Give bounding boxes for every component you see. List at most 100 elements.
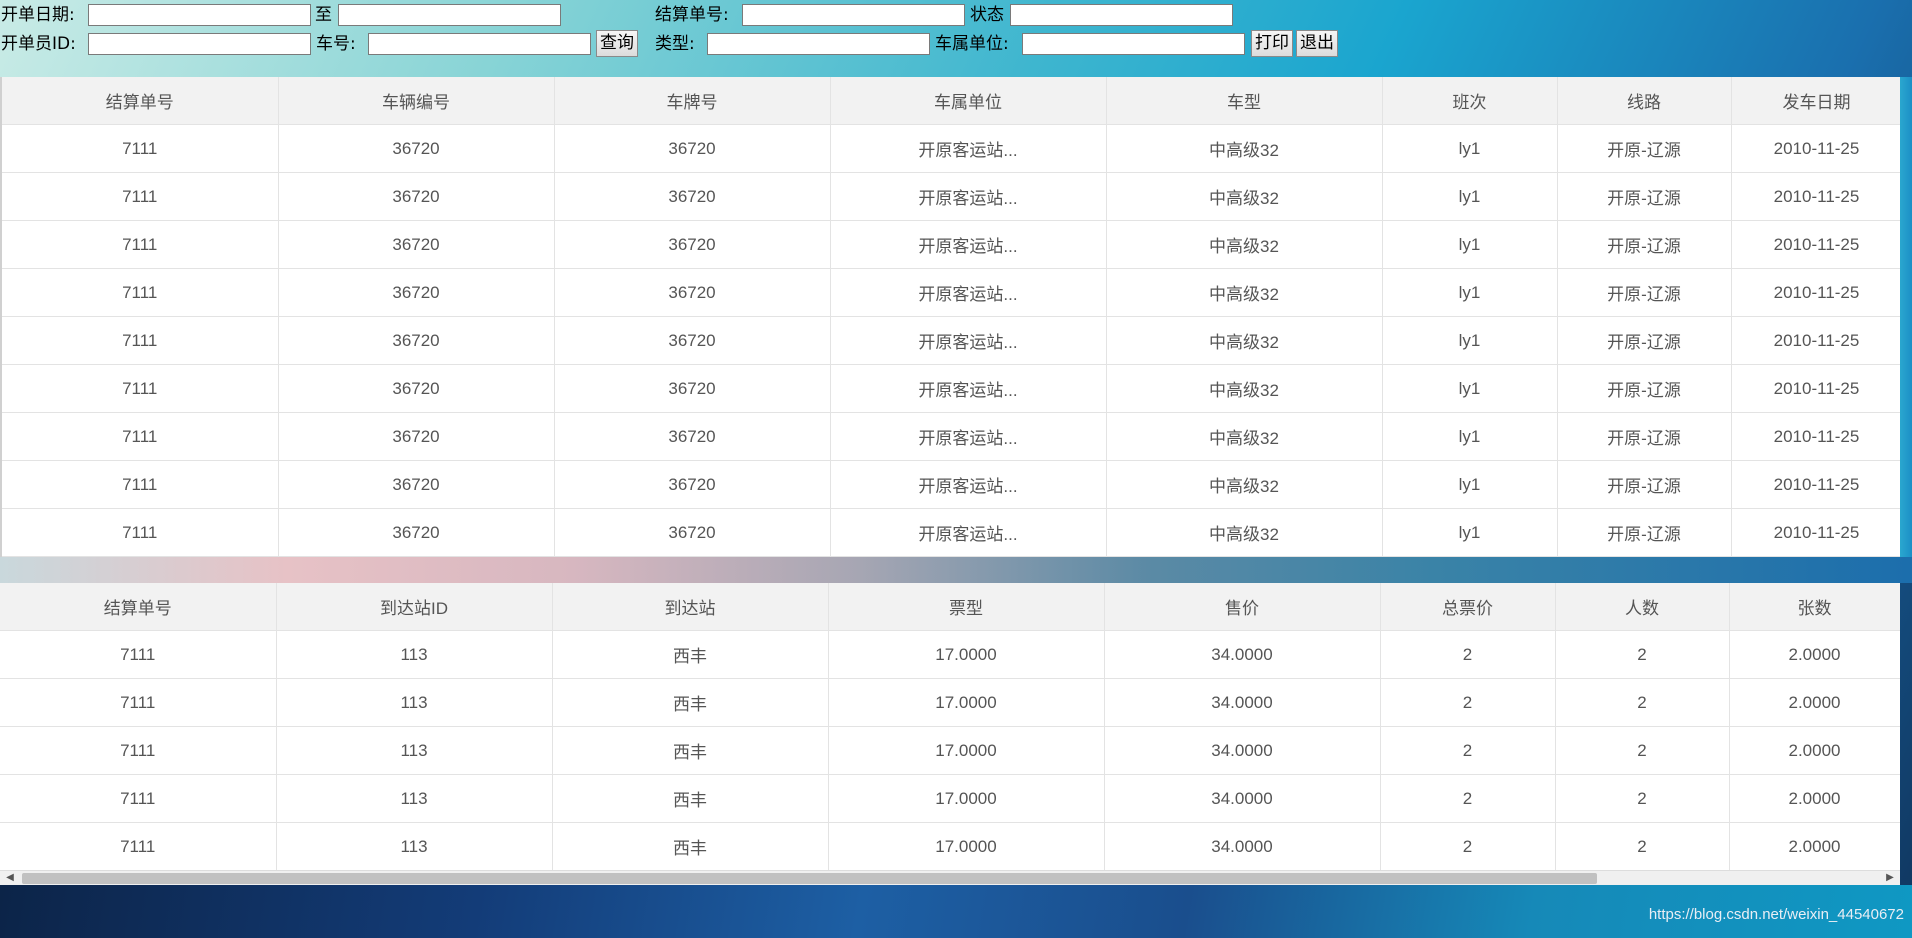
table-cell: 34.0000 <box>1104 678 1381 727</box>
column-header[interactable]: 总票价 <box>1380 583 1556 631</box>
start-date-input[interactable] <box>88 4 311 26</box>
table-cell: 7111 <box>2 172 279 221</box>
column-header[interactable]: 车型 <box>1106 77 1383 125</box>
table-cell: 7111 <box>2 460 279 509</box>
table-cell: 开原客运站... <box>830 172 1107 221</box>
table-cell: 开原客运站... <box>830 364 1107 413</box>
grid-header-row: 结算单号 到达站ID 到达站 票型 售价 总票价 人数 张数 <box>0 583 1900 631</box>
column-header[interactable]: 到达站ID <box>276 583 553 631</box>
column-header[interactable]: 班次 <box>1382 77 1558 125</box>
table-row[interactable]: 7111 113 西丰 17.0000 34.0000 2 2 2.0000 <box>0 630 1900 679</box>
table-cell: ly1 <box>1382 412 1558 461</box>
scroll-right-icon[interactable]: ▶ <box>1882 871 1898 885</box>
table-cell: 17.0000 <box>828 630 1105 679</box>
table-row[interactable]: 7111 113 西丰 17.0000 34.0000 2 2 2.0000 <box>0 678 1900 727</box>
table-cell: ly1 <box>1382 268 1558 317</box>
table-row[interactable]: 7111 113 西丰 17.0000 34.0000 2 2 2.0000 <box>0 822 1900 870</box>
print-button[interactable]: 打印 <box>1251 30 1293 57</box>
type-input[interactable] <box>707 33 930 55</box>
table-cell: 开原-辽源 <box>1557 460 1732 509</box>
table-cell: 7111 <box>2 364 279 413</box>
table-cell: 36720 <box>278 220 555 269</box>
table-cell: 开原客运站... <box>830 316 1107 365</box>
table-cell: 中高级32 <box>1106 460 1383 509</box>
table-cell: 7111 <box>2 124 279 173</box>
table-cell: 开原-辽源 <box>1557 508 1732 557</box>
column-header[interactable]: 结算单号 <box>2 77 279 125</box>
table-cell: ly1 <box>1382 508 1558 557</box>
table-row[interactable]: 7111 36720 36720 开原客运站... 中高级32 ly1 开原-辽源 2010-… <box>2 508 1900 557</box>
column-header[interactable]: 人数 <box>1555 583 1730 631</box>
table-row[interactable]: 7111 36720 36720 开原客运站... 中高级32 ly1 开原-辽源 2010-… <box>2 460 1900 509</box>
status-input[interactable] <box>1010 4 1233 26</box>
search-toolbar: 开单日期: 至 结算单号: 状态 开单员ID: 车号: 查询 类型: 车属单位:… <box>0 0 1912 76</box>
query-button[interactable]: 查询 <box>596 30 638 57</box>
table-cell: 2.0000 <box>1729 726 1900 775</box>
table-cell: 7111 <box>0 774 277 823</box>
vehicle-unit-input[interactable] <box>1022 33 1245 55</box>
table-cell: 36720 <box>278 412 555 461</box>
background-bottom <box>0 885 1912 938</box>
table-cell: 17.0000 <box>828 678 1105 727</box>
table-cell: 36720 <box>278 364 555 413</box>
table-row[interactable]: 7111 36720 36720 开原客运站... 中高级32 ly1 开原-辽源 2010-… <box>2 316 1900 365</box>
column-header[interactable]: 车属单位 <box>830 77 1107 125</box>
detail-grid: 结算单号 到达站ID 到达站 票型 售价 总票价 人数 张数 7111 113 西丰 17.0000… <box>0 583 1900 870</box>
table-cell: 36720 <box>278 460 555 509</box>
grid-header-row: 结算单号 车辆编号 车牌号 车属单位 车型 班次 线路 发车日期 <box>2 77 1900 125</box>
column-header[interactable]: 张数 <box>1729 583 1900 631</box>
table-cell: 36720 <box>278 316 555 365</box>
column-header[interactable]: 发车日期 <box>1731 77 1900 125</box>
table-cell: 2 <box>1555 678 1730 727</box>
operator-id-input[interactable] <box>88 33 311 55</box>
table-cell: 7111 <box>0 822 277 870</box>
table-cell: 36720 <box>554 460 831 509</box>
table-cell: 17.0000 <box>828 822 1105 870</box>
table-cell: 34.0000 <box>1104 726 1381 775</box>
column-header[interactable]: 票型 <box>828 583 1105 631</box>
table-cell: 7111 <box>2 316 279 365</box>
table-cell: 西丰 <box>552 774 829 823</box>
table-cell: 开原客运站... <box>830 268 1107 317</box>
table-cell: 2 <box>1380 774 1556 823</box>
table-cell: 36720 <box>278 124 555 173</box>
table-cell: 17.0000 <box>828 774 1105 823</box>
scroll-thumb[interactable] <box>22 873 1597 884</box>
table-row[interactable]: 7111 36720 36720 开原客运站... 中高级32 ly1 开原-辽源 2010-… <box>2 412 1900 461</box>
column-header[interactable]: 到达站 <box>552 583 829 631</box>
table-cell: 2 <box>1380 726 1556 775</box>
table-row[interactable]: 7111 36720 36720 开原客运站... 中高级32 ly1 开原-辽源 2010-… <box>2 124 1900 173</box>
table-row[interactable]: 7111 36720 36720 开原客运站... 中高级32 ly1 开原-辽源 2010-… <box>2 268 1900 317</box>
column-header[interactable]: 线路 <box>1557 77 1732 125</box>
column-header[interactable]: 结算单号 <box>0 583 277 631</box>
table-cell: 西丰 <box>552 726 829 775</box>
table-cell: 中高级32 <box>1106 124 1383 173</box>
table-row[interactable]: 7111 36720 36720 开原客运站... 中高级32 ly1 开原-辽源 2010-… <box>2 220 1900 269</box>
settlement-no-input[interactable] <box>742 4 965 26</box>
column-header[interactable]: 售价 <box>1104 583 1381 631</box>
vehicle-no-label: 车号: <box>316 34 356 54</box>
table-cell: 开原-辽源 <box>1557 268 1732 317</box>
table-cell: 36720 <box>554 316 831 365</box>
table-cell: 2 <box>1555 726 1730 775</box>
table-row[interactable]: 7111 113 西丰 17.0000 34.0000 2 2 2.0000 <box>0 726 1900 775</box>
table-row[interactable]: 7111 36720 36720 开原客运站... 中高级32 ly1 开原-辽源 2010-… <box>2 364 1900 413</box>
table-cell: 7111 <box>2 412 279 461</box>
column-header[interactable]: 车辆编号 <box>278 77 555 125</box>
vehicle-no-input[interactable] <box>368 33 591 55</box>
table-cell: 34.0000 <box>1104 774 1381 823</box>
table-row[interactable]: 7111 113 西丰 17.0000 34.0000 2 2 2.0000 <box>0 774 1900 823</box>
table-row[interactable]: 7111 36720 36720 开原客运站... 中高级32 ly1 开原-辽源 2010-… <box>2 172 1900 221</box>
watermark-url: https://blog.csdn.net/weixin_44540672 <box>1648 906 1904 923</box>
table-cell: 36720 <box>554 364 831 413</box>
table-cell: 2 <box>1555 774 1730 823</box>
exit-button[interactable]: 退出 <box>1296 30 1338 57</box>
end-date-input[interactable] <box>338 4 561 26</box>
horizontal-scrollbar[interactable]: ◀ ▶ <box>0 870 1900 885</box>
scroll-left-icon[interactable]: ◀ <box>2 871 18 885</box>
table-cell: 2010-11-25 <box>1731 268 1900 317</box>
table-cell: 7111 <box>2 220 279 269</box>
table-cell: 36720 <box>554 268 831 317</box>
column-header[interactable]: 车牌号 <box>554 77 831 125</box>
table-cell: 开原-辽源 <box>1557 124 1732 173</box>
